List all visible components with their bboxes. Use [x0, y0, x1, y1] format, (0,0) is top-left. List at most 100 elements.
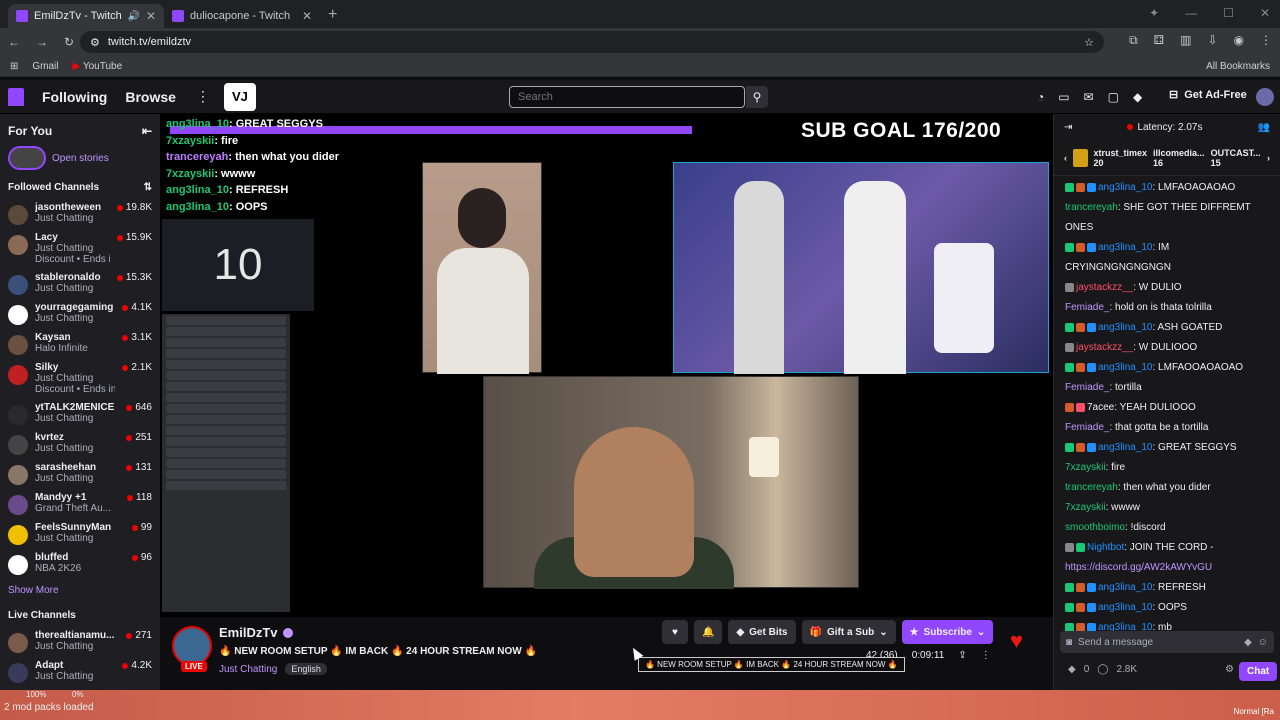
sidebar-channel[interactable]: kvrtez Just Chatting 251: [0, 429, 160, 459]
more-options-icon[interactable]: ⋮: [981, 650, 991, 661]
users-icon[interactable]: 👥: [1258, 122, 1270, 133]
category-link[interactable]: Just Chatting: [219, 664, 277, 675]
follow-heart-button[interactable]: ♥: [662, 620, 688, 644]
site-info-icon[interactable]: ⚙: [90, 36, 100, 49]
chat-username[interactable]: ang3lina_10: [1098, 322, 1153, 333]
sidebar-channel[interactable]: therealtianamu... Just Chatting 271: [0, 627, 160, 657]
close-tab-icon[interactable]: ✕: [146, 9, 156, 23]
gifter-2[interactable]: illcomedia... 16: [1153, 148, 1205, 168]
sidebar-channel[interactable]: Silky Just ChattingDiscount • Ends in 7h…: [0, 359, 160, 399]
sidebar-channel[interactable]: Lacy Just ChattingDiscount • Ends in 2h …: [0, 229, 160, 269]
puzzle-icon[interactable]: ⚃: [1154, 33, 1164, 48]
streamer-avatar[interactable]: [172, 626, 212, 666]
twitch-logo-icon[interactable]: [8, 87, 24, 106]
sort-icon[interactable]: ⇅: [144, 182, 152, 193]
mail-icon[interactable]: ✉: [1084, 90, 1094, 104]
bookmark-star-icon[interactable]: ☆: [1084, 36, 1094, 49]
search-icon[interactable]: ⚲: [746, 86, 768, 108]
search-input[interactable]: [509, 86, 745, 108]
download-icon[interactable]: ⇩: [1207, 33, 1217, 48]
chat-send-button[interactable]: Chat: [1239, 662, 1278, 681]
sidebar-channel[interactable]: Mandyy +1 Grand Theft Au... 118: [0, 489, 160, 519]
chat-username[interactable]: ang3lina_10: [1098, 362, 1153, 373]
vj-extension-button[interactable]: VJ: [223, 82, 256, 111]
sidebar-channel[interactable]: Kaysan Halo Infinite 3.1K: [0, 329, 160, 359]
browser-tab-emildztv[interactable]: EmilDzTv - Twitch 🔊 ✕: [8, 4, 164, 28]
show-more-link[interactable]: Show More: [0, 579, 160, 602]
share-icon[interactable]: ⇪: [958, 650, 966, 661]
streamer-name[interactable]: EmilDzTv: [219, 625, 278, 640]
bits-balance-icon[interactable]: ◆: [1068, 664, 1076, 675]
chat-username[interactable]: 7xzayskii: [1065, 462, 1106, 473]
chat-link[interactable]: https://discord.gg/AW2kAWYvGU: [1065, 562, 1212, 573]
gifter-1[interactable]: xtrust_timex 20: [1094, 148, 1148, 168]
sidebar-channel[interactable]: sarasheehan Just Chatting 131: [0, 459, 160, 489]
chat-username[interactable]: ang3lina_10: [1098, 442, 1153, 453]
sparkle-icon[interactable]: ✦: [1149, 6, 1159, 20]
get-bits-button[interactable]: ◆ Get Bits: [728, 620, 796, 644]
chat-username[interactable]: Femiade_: [1065, 382, 1109, 393]
inbox-icon[interactable]: ▭: [1058, 90, 1069, 104]
hype-heart-icon[interactable]: ♥: [1010, 629, 1034, 653]
chat-username[interactable]: trancereyah: [1065, 482, 1118, 493]
user-avatar[interactable]: [1256, 88, 1274, 106]
browser-tab-duliocapone[interactable]: duliocapone - Twitch ✕: [164, 4, 320, 28]
url-bar[interactable]: ⚙ twitch.tv/emildztv ☆: [80, 31, 1104, 53]
channel-points-icon[interactable]: ◯: [1097, 664, 1108, 675]
chat-username[interactable]: Nightbot: [1087, 542, 1124, 553]
back-icon[interactable]: ←: [8, 35, 20, 49]
chat-username[interactable]: 7xzayskii: [1065, 502, 1106, 513]
chat-username[interactable]: jaystackzz__: [1076, 282, 1133, 293]
chat-username[interactable]: ang3lina_10: [1098, 182, 1153, 193]
sidebar-channel[interactable]: yourragegaming Just Chatting 4.1K: [0, 299, 160, 329]
new-tab-icon[interactable]: +: [328, 6, 337, 24]
chat-username[interactable]: 7acee: [1087, 402, 1114, 413]
prime-icon[interactable]: ◆: [1133, 90, 1142, 104]
speaker-icon[interactable]: 🔊: [127, 11, 139, 22]
all-bookmarks[interactable]: All Bookmarks: [1206, 61, 1270, 72]
minimize-icon[interactable]: —: [1185, 6, 1197, 20]
sidepanel-icon[interactable]: ▥: [1180, 33, 1191, 48]
reload-icon[interactable]: ↻: [64, 35, 74, 49]
extension-icon[interactable]: ⧉: [1129, 33, 1138, 48]
sidebar-channel[interactable]: bluffed NBA 2K26 96: [0, 549, 160, 579]
bookmark-youtube[interactable]: ▶ YouTube: [73, 61, 123, 72]
whispers-icon[interactable]: ▢: [1108, 90, 1119, 104]
video-player[interactable]: ang3lina_10: GREAT SEGGYS 7xzayskii: fire…: [160, 114, 1053, 617]
watch-icon[interactable]: ◔: [1037, 90, 1044, 104]
more-icon[interactable]: ⋮: [196, 88, 210, 105]
chat-username[interactable]: Femiade_: [1065, 422, 1109, 433]
subscribe-button[interactable]: ★ Subscribe ⌄: [901, 620, 994, 644]
notifications-button[interactable]: 🔔: [694, 620, 723, 644]
sidebar-channel[interactable]: FeelsSunnyMan Just Chatting 99: [0, 519, 160, 549]
chat-settings-icon[interactable]: ⚙: [1225, 664, 1234, 675]
sidebar-channel[interactable]: ytTALK2MENICE Just Chatting 646: [0, 399, 160, 429]
chat-badge-icon[interactable]: ◙: [1066, 637, 1072, 648]
bookmark-gmail[interactable]: Gmail: [32, 61, 58, 72]
profile-icon[interactable]: ◉: [1234, 33, 1244, 48]
chat-username[interactable]: trancereyah: [1065, 202, 1118, 213]
sidebar-channel[interactable]: Adapt Just Chatting 4.2K: [0, 657, 160, 687]
emote-icon[interactable]: ☺: [1258, 637, 1268, 648]
menu-icon[interactable]: ⋮: [1260, 33, 1272, 48]
collapse-chat-icon[interactable]: ⇥: [1064, 122, 1072, 133]
chat-username[interactable]: ang3lina_10: [1098, 242, 1153, 253]
chat-username[interactable]: jaystackzz__: [1076, 342, 1133, 353]
sidebar-channel[interactable]: stableronaldo Just Chatting 15.3K: [0, 269, 160, 299]
gift-sub-button[interactable]: 🎁 Gift a Sub ⌄: [801, 620, 896, 644]
language-tag[interactable]: English: [285, 663, 327, 675]
open-stories[interactable]: Open stories: [0, 142, 160, 174]
chevron-left-icon[interactable]: ‹: [1064, 153, 1067, 163]
chevron-right-icon[interactable]: ›: [1267, 153, 1270, 163]
maximize-icon[interactable]: ☐: [1223, 6, 1234, 20]
nav-following[interactable]: Following: [42, 89, 107, 105]
chat-username[interactable]: ang3lina_10: [1098, 582, 1153, 593]
chat-username[interactable]: ang3lina_10: [1098, 602, 1153, 613]
forward-icon[interactable]: →: [36, 35, 48, 49]
chat-input[interactable]: ◙ Send a message ◆ ☺: [1060, 631, 1274, 653]
bits-cheer-icon[interactable]: ◆: [1244, 637, 1252, 648]
close-window-icon[interactable]: ✕: [1260, 6, 1270, 20]
apps-icon[interactable]: ⊞: [10, 61, 18, 72]
chat-username[interactable]: smoothboimo: [1065, 522, 1125, 533]
nav-browse[interactable]: Browse: [125, 89, 176, 105]
